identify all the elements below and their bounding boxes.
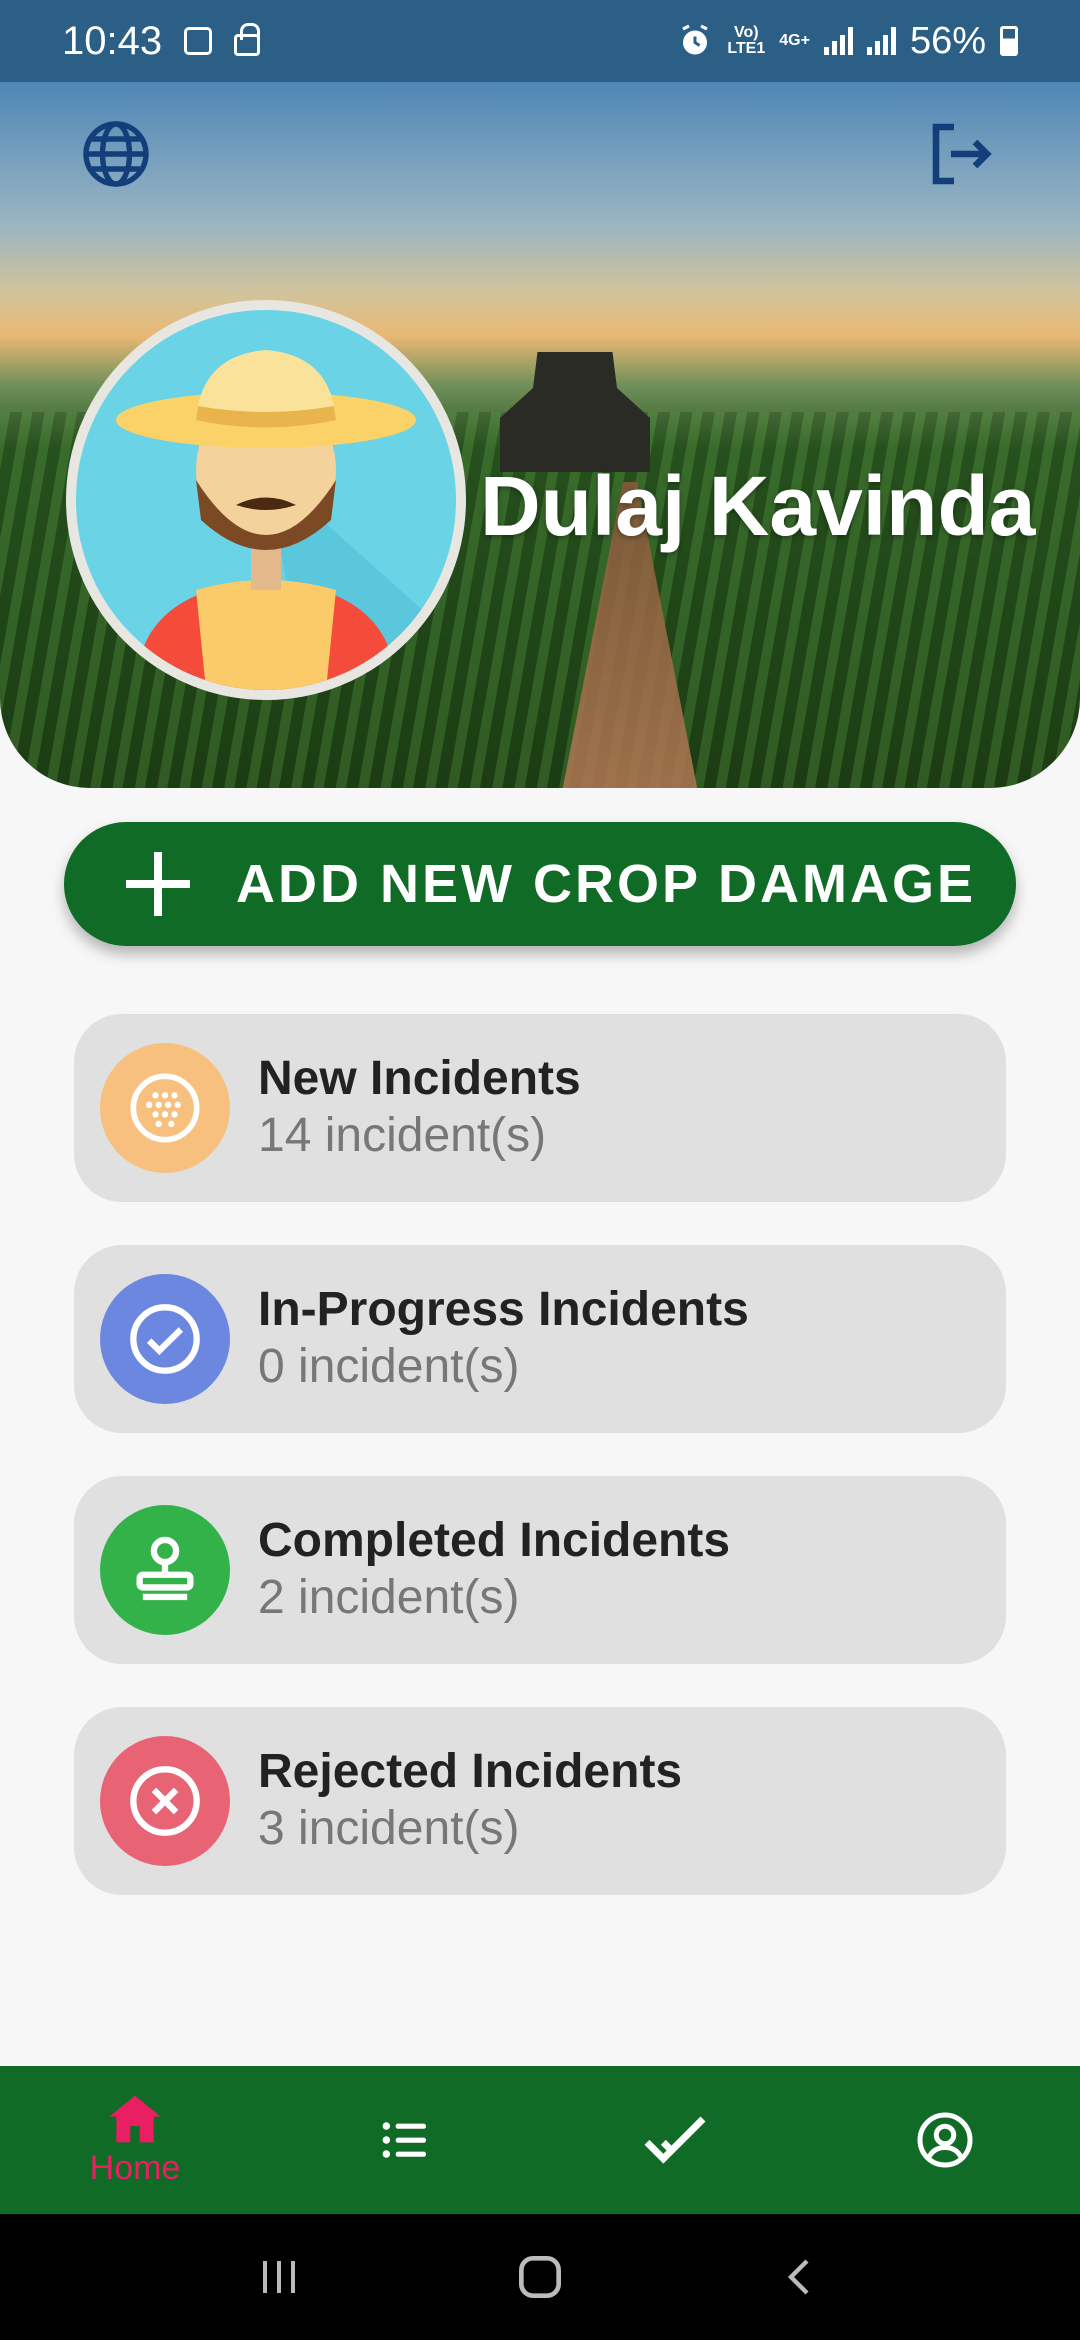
new-incidents-icon-circle (100, 1043, 230, 1173)
home-icon (109, 2095, 161, 2142)
card-title: Completed Incidents (258, 1514, 731, 1567)
card-new-incidents[interactable]: New Incidents 14 incident(s) (74, 1014, 1006, 1202)
nav-home-label: Home (89, 2148, 181, 2187)
stamp-icon (136, 1536, 194, 1601)
screenshot-icon (184, 27, 213, 55)
bottom-nav: Home (0, 2066, 1080, 2214)
in-progress-icon-circle (100, 1274, 230, 1404)
avatar[interactable] (66, 300, 466, 700)
add-crop-damage-label: ADD NEW CROP DAMAGE (236, 854, 977, 914)
logout-icon[interactable] (924, 118, 996, 190)
completed-icon-circle (100, 1505, 230, 1635)
card-title: In-Progress Incidents (258, 1283, 749, 1336)
card-completed-incidents[interactable]: Completed Incidents 2 incident(s) (74, 1476, 1006, 1664)
back-icon[interactable] (777, 2253, 825, 2301)
data-type: 4G+ (779, 32, 810, 49)
account-icon (917, 2112, 973, 2168)
user-name: Dulaj Kavinda (480, 459, 1036, 553)
card-in-progress-incidents[interactable]: In-Progress Incidents 0 incident(s) (74, 1245, 1006, 1433)
card-count: 3 incident(s) (258, 1802, 520, 1855)
card-count: 0 incident(s) (258, 1340, 520, 1393)
status-time: 10:43 (62, 18, 163, 63)
card-title: Rejected Incidents (258, 1745, 683, 1798)
list-icon (382, 2122, 426, 2158)
battery-percent: 56% (909, 19, 986, 62)
check-icon (644, 2116, 706, 2164)
status-bar: 10:43 Vo) LTE1 4G+ 56% (0, 0, 1080, 82)
battery-icon (1000, 26, 1018, 56)
nav-completed[interactable] (540, 2066, 810, 2214)
network-lte: LTE1 (727, 40, 766, 57)
globe-icon[interactable] (80, 118, 152, 190)
tractor-image (500, 352, 650, 472)
x-circle-icon (130, 1766, 200, 1836)
lock-icon (234, 23, 261, 56)
alarm-icon (682, 24, 708, 55)
system-nav-bar (0, 2214, 1080, 2340)
nav-account[interactable] (810, 2066, 1080, 2214)
network-volte: Vo) (733, 24, 759, 41)
grid-circle-icon (130, 1073, 200, 1143)
recent-apps-icon[interactable] (255, 2253, 303, 2301)
rejected-icon-circle (100, 1736, 230, 1866)
signal-icon-2 (866, 27, 896, 55)
plus-icon (126, 852, 190, 916)
network-type: Vo) LTE1 (727, 25, 765, 57)
nav-list[interactable] (270, 2066, 540, 2214)
card-rejected-incidents[interactable]: Rejected Incidents 3 incident(s) (74, 1707, 1006, 1895)
card-title: New Incidents (258, 1052, 581, 1105)
signal-icon (823, 27, 853, 55)
home-button-icon[interactable] (512, 2249, 568, 2305)
card-count: 2 incident(s) (258, 1571, 520, 1624)
nav-home[interactable]: Home (0, 2066, 270, 2214)
farmer-avatar-icon (116, 350, 456, 690)
card-count: 14 incident(s) (258, 1109, 547, 1162)
check-circle-icon (130, 1304, 200, 1374)
add-crop-damage-button[interactable]: ADD NEW CROP DAMAGE (64, 822, 1016, 946)
